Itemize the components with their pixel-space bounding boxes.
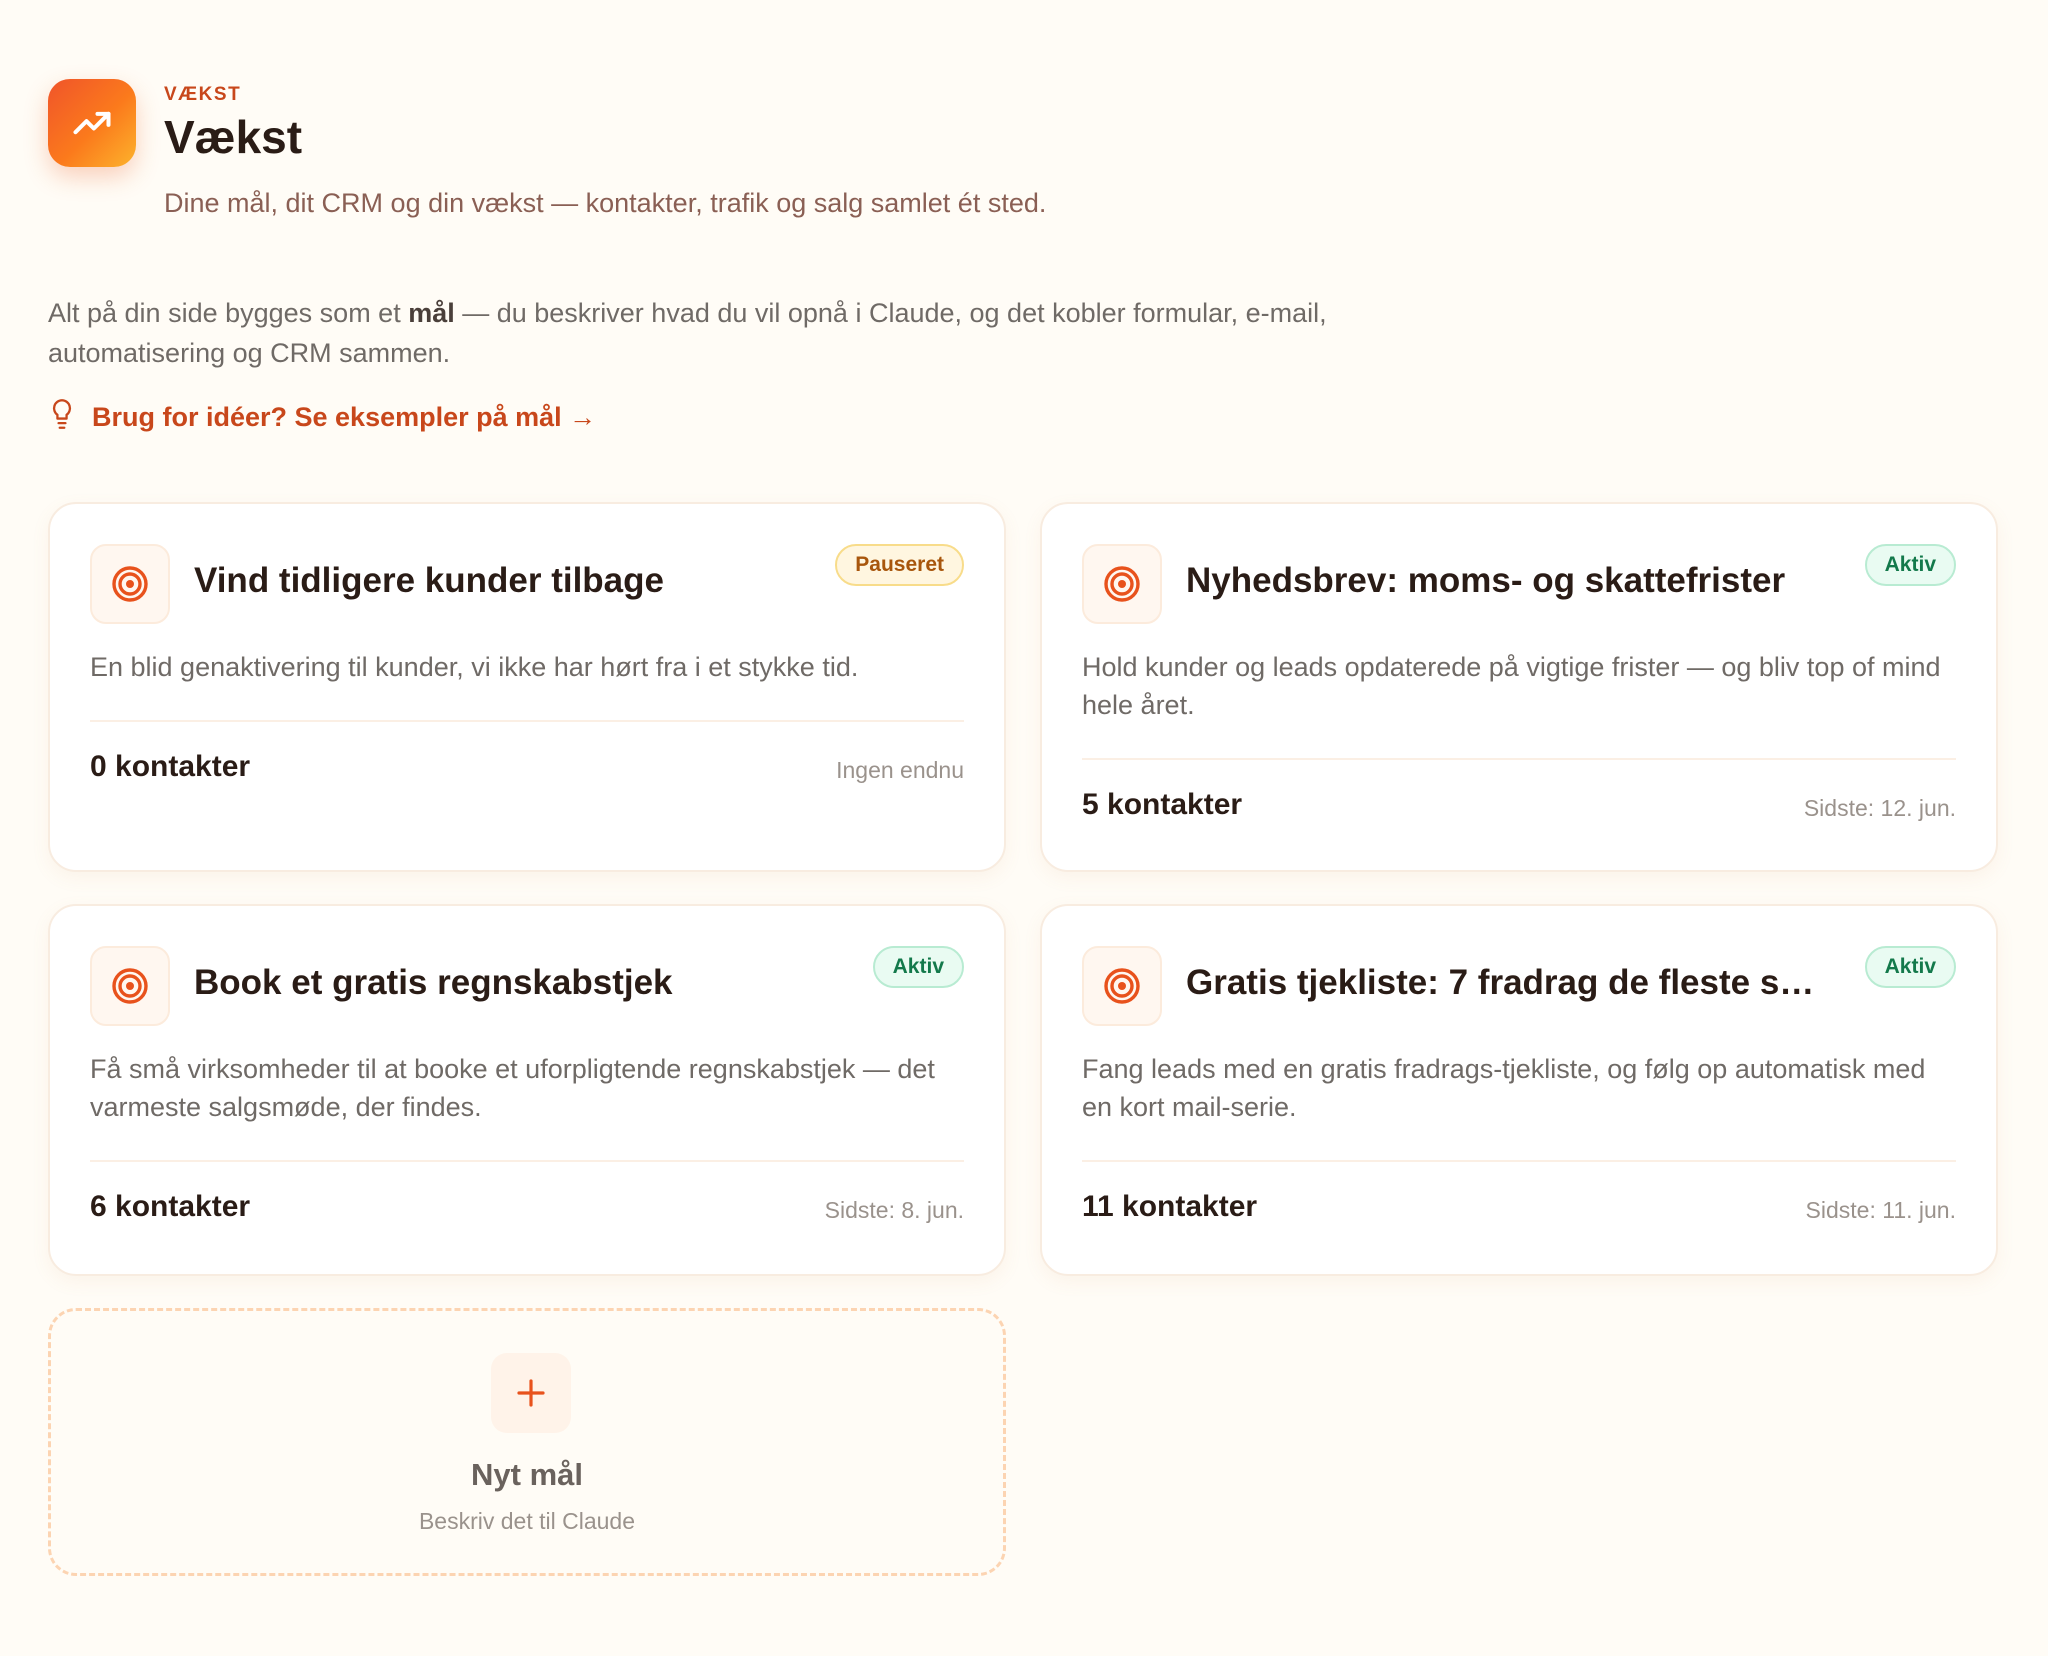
- intro-text: Alt på din side bygges som et mål — du b…: [48, 293, 1408, 373]
- goal-card[interactable]: Gratis tjekliste: 7 fradrag de fleste sm…: [1040, 904, 1998, 1276]
- contact-count: 5 kontakter: [1082, 788, 1243, 821]
- goal-title: Book et gratis regnskabstjek: [194, 963, 673, 1002]
- target-icon: [90, 544, 170, 624]
- status-badge: Aktiv: [1864, 544, 1956, 586]
- goal-title: Gratis tjekliste: 7 fradrag de fleste sm…: [1186, 963, 1816, 1002]
- page-subtitle: Dine mål, dit CRM og din vækst — kontakt…: [164, 188, 1047, 218]
- target-icon: [1082, 946, 1162, 1026]
- goal-description: Hold kunder og leads opdaterede på vigti…: [1082, 652, 1941, 720]
- new-goal-subtitle: Beskriv det til Claude: [418, 1508, 636, 1534]
- last-activity: Ingen endnu: [836, 757, 964, 783]
- goal-card[interactable]: Vind tidligere kunder tilbage Pauseret E…: [48, 502, 1006, 872]
- intro-text-bold: mål: [408, 298, 455, 328]
- last-activity: Sidste: 11. jun.: [1805, 1197, 1956, 1223]
- intro-text-start: Alt på din side bygges som et: [48, 298, 409, 328]
- goal-card[interactable]: Nyhedsbrev: moms- og skattefrister Aktiv…: [1040, 502, 1998, 872]
- contact-count: 6 kontakter: [90, 1190, 251, 1223]
- trending-up-icon: [48, 79, 136, 167]
- plus-icon: [491, 1353, 571, 1433]
- target-icon: [90, 946, 170, 1026]
- contact-count: 11 kontakter: [1082, 1190, 1258, 1223]
- card-divider: [1082, 1160, 1956, 1162]
- last-activity: Sidste: 12. jun.: [1803, 795, 1956, 821]
- status-badge: Aktiv: [1864, 946, 1956, 988]
- goal-description: Få små virksomheder til at booke et ufor…: [90, 1054, 935, 1122]
- goal-title: Nyhedsbrev: moms- og skattefrister: [1186, 561, 1786, 600]
- new-goal-title: Nyt mål: [471, 1457, 583, 1492]
- card-divider: [90, 1160, 964, 1162]
- page-title: Vækst: [164, 111, 303, 163]
- goal-title: Vind tidligere kunder tilbage: [194, 561, 664, 600]
- ideas-link-label: Brug for idéer? Se eksempler på mål →: [92, 402, 597, 432]
- status-badge: Pauseret: [835, 544, 964, 586]
- card-divider: [90, 720, 964, 722]
- section-eyebrow: VÆKST: [164, 84, 242, 105]
- goal-description: Fang leads med en gratis fradrags-tjekli…: [1082, 1054, 1926, 1122]
- growth-page: VÆKST Vækst Dine mål, dit CRM og din væk…: [0, 0, 2048, 1656]
- goal-card[interactable]: Book et gratis regnskabstjek Aktiv Få sm…: [48, 904, 1006, 1276]
- new-goal-button[interactable]: Nyt mål Beskriv det til Claude: [48, 1308, 1006, 1576]
- status-badge: Aktiv: [872, 946, 964, 988]
- contact-count: 0 kontakter: [90, 750, 251, 783]
- card-divider: [1082, 758, 1956, 760]
- target-icon: [1082, 544, 1162, 624]
- lightbulb-icon: [48, 398, 76, 437]
- goal-description: En blid genaktivering til kunder, vi ikk…: [90, 652, 859, 682]
- last-activity: Sidste: 8. jun.: [824, 1197, 964, 1223]
- ideas-link[interactable]: Brug for idéer? Se eksempler på mål →: [48, 398, 596, 437]
